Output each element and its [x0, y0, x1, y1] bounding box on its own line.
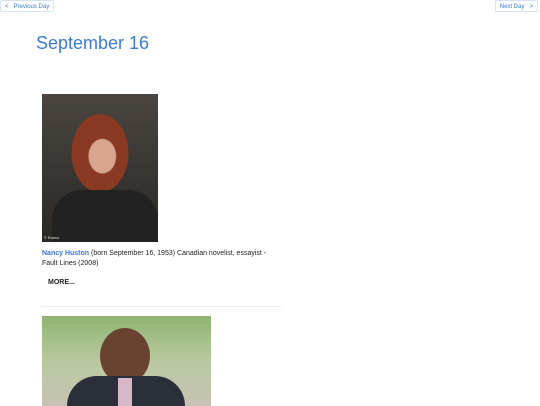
author-photo[interactable] [42, 316, 211, 406]
author-entry: © Basso Nancy Huston (born September 16,… [42, 94, 282, 289]
previous-day-label: Previous Day [13, 4, 50, 10]
entry-divider [42, 306, 282, 307]
author-entry [42, 316, 282, 406]
photo-credit: © Basso [44, 235, 60, 240]
photo-shirt [52, 190, 158, 242]
author-photo[interactable]: © Basso [42, 94, 158, 242]
next-day-button[interactable]: Next Day > [494, 0, 538, 12]
page-title: September 16 [36, 33, 150, 53]
previous-day-button[interactable]: < Previous Day [0, 0, 55, 12]
more-link[interactable]: MORE... [48, 279, 75, 286]
chevron-left-icon: < [5, 4, 9, 10]
author-name-link[interactable]: Nancy Huston [42, 250, 89, 257]
author-caption: Nancy Huston (born September 16, 1953) C… [42, 249, 282, 269]
next-day-label: Next Day [499, 4, 525, 10]
photo-tie [118, 378, 132, 406]
chevron-right-icon: > [529, 4, 533, 10]
